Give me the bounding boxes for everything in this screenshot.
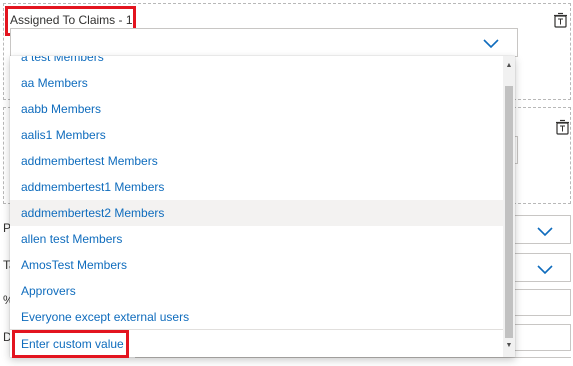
custom-value-highlight [12, 330, 129, 358]
option-aalis1-members[interactable]: aalis1 Members [10, 122, 503, 148]
option-addmembertest2-members[interactable]: addmembertest2 Members [10, 200, 503, 226]
delete-icon-second[interactable] [554, 119, 571, 136]
option-a-test-members[interactable]: a test Members [10, 56, 503, 70]
chevron-down-icon[interactable] [537, 225, 553, 237]
option-amostest-members[interactable]: AmosTest Members [10, 252, 503, 278]
option-aabb-members[interactable]: aabb Members [10, 96, 503, 122]
chevron-down-icon[interactable] [483, 37, 499, 49]
option-list: a test Members aa Members aabb Members a… [10, 56, 503, 357]
option-addmembertest1-members[interactable]: addmembertest1 Members [10, 174, 503, 200]
option-allen-test-members[interactable]: allen test Members [10, 226, 503, 252]
scroll-up-arrow-icon[interactable]: ▲ [503, 60, 515, 72]
delete-icon[interactable] [552, 12, 569, 29]
option-addmembertest-members[interactable]: addmembertest Members [10, 148, 503, 174]
claims-dropdown[interactable] [10, 28, 518, 57]
option-everyone-except-external[interactable]: Everyone except external users [10, 304, 503, 330]
scroll-thumb[interactable] [505, 86, 513, 338]
option-aa-members[interactable]: aa Members [10, 70, 503, 96]
scroll-down-arrow-icon[interactable]: ▼ [503, 340, 515, 352]
chevron-down-icon[interactable] [537, 263, 553, 275]
claims-dropdown-list: a test Members aa Members aabb Members a… [10, 56, 515, 357]
dropdown-scrollbar[interactable]: ▲ ▼ [503, 56, 515, 357]
bottom-divider [135, 357, 571, 358]
option-approvers[interactable]: Approvers [10, 278, 503, 304]
